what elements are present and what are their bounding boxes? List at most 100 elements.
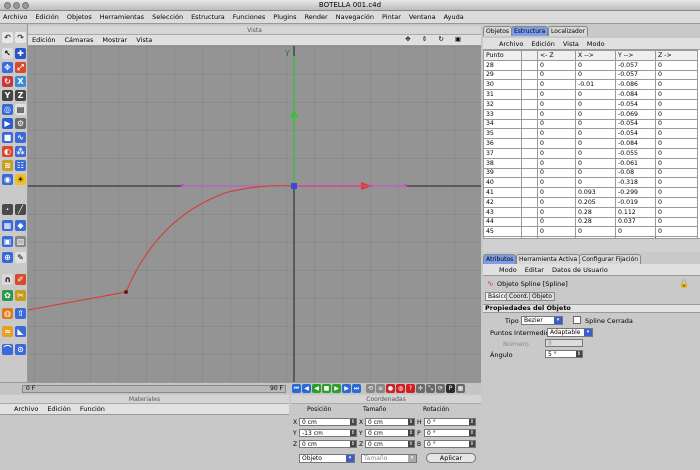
table-row[interactable]: 32 0 0 -0.054 0 [483,98,698,110]
table-cell[interactable]: -0.08 [615,167,656,179]
table-cell-spacer[interactable] [521,216,538,228]
table-cell-spacer[interactable] [521,79,538,91]
table-cell[interactable]: 28 [483,59,522,71]
tab-herramienta-activa[interactable]: Herramienta Activa [516,254,581,264]
polygons-mode-icon[interactable]: ▦ [2,220,13,231]
table-row[interactable]: 41 0 0.093 -0.299 0 [483,187,698,198]
table-cell[interactable]: -0.019 [615,196,656,208]
bridge-icon[interactable]: ⌒ [2,344,13,355]
table-cell[interactable]: -0.054 [615,128,656,140]
table-row[interactable]: 29 0 0 -0.057 0 [483,69,698,81]
points-mode-icon[interactable]: · [2,204,13,215]
deformer-icon[interactable]: ≋ [2,160,13,171]
menu-edicion[interactable]: Edición [35,13,59,21]
menu-pintar[interactable]: Pintar [382,13,401,21]
table-cell[interactable]: 0 [537,128,576,140]
stepper-icon[interactable]: ⇕ [408,430,414,436]
table-cell[interactable]: 0 [655,79,698,91]
table-cell[interactable]: 0 [537,216,576,228]
table-cell-spacer[interactable] [521,206,538,218]
model-mode-icon[interactable]: ◆ [15,220,26,231]
col-y[interactable]: Y --> [615,50,656,61]
array-icon[interactable]: ⁂ [15,146,26,157]
table-cell[interactable]: 0 [575,118,616,130]
stepper-icon[interactable]: ⇕ [350,430,356,436]
render-settings-icon[interactable]: ⚙ [15,118,26,129]
table-cell[interactable]: 0 [575,177,616,189]
redo-icon[interactable]: ↷ [15,32,26,43]
pla-track-icon[interactable]: ▦ [456,384,465,393]
table-row[interactable]: 45 0 0 0 0 [483,226,698,238]
table-cell[interactable]: 0.28 [575,206,616,218]
table-cell-spacer[interactable] [521,69,538,81]
rot-h-field[interactable]: 0 ° ⇕ [424,418,476,426]
menu-render[interactable]: Render [305,13,328,21]
x-axis-icon[interactable]: X [15,76,26,87]
table-cell[interactable]: 0 [655,59,698,71]
autokey-icon[interactable]: ◍ [396,384,405,393]
param-track-icon[interactable]: P [446,384,455,393]
table-cell[interactable]: 0 [575,69,616,81]
table-cell[interactable]: 0 [655,128,698,140]
table-row[interactable]: 31 0 0 -0.084 0 [483,89,698,100]
table-cell[interactable]: 0 [655,138,698,149]
table-cell[interactable]: 0 [575,128,616,140]
goto-end-icon[interactable]: ⏭ [352,384,361,393]
render-icon[interactable]: ▶ [2,118,13,129]
table-cell[interactable]: 0 [537,69,576,81]
object-mode-icon[interactable]: ▣ [2,236,13,247]
structure-menu-archivo[interactable]: Archivo [499,40,523,48]
viewport-menu-vista[interactable]: Vista [136,36,152,44]
brush-icon[interactable]: ✐ [15,274,26,285]
table-cell[interactable]: 0 [537,157,576,169]
materials-area[interactable] [0,415,289,470]
table-cell[interactable]: -0.084 [615,138,656,149]
table-cell[interactable]: -0.086 [615,79,656,91]
table-cell[interactable]: 0 [575,98,616,110]
move-icon[interactable]: ✥ [2,62,13,73]
table-cell[interactable]: 37 [483,147,522,159]
materials-menu-archivo[interactable]: Archivo [14,405,38,413]
close-icon[interactable] [4,2,11,9]
table-cell[interactable]: -0.057 [615,69,656,81]
rot-b-field[interactable]: 0 ° ⇕ [424,440,476,448]
table-cell[interactable]: -0.061 [615,157,656,169]
table-cell[interactable]: 0 [537,89,576,100]
attributes-menu-datos[interactable]: Datos de Usuario [552,266,608,274]
intermediate-select[interactable]: Adaptable ▾ [547,328,593,337]
table-cell[interactable]: 32 [483,98,522,110]
table-cell[interactable]: 0 [655,196,698,208]
next-key-icon[interactable]: ▶ [342,384,351,393]
viewport-menu-edicion[interactable]: Edición [32,36,56,44]
camera-icon[interactable]: ◉ [2,174,13,185]
sculpt-icon[interactable]: ✿ [2,290,13,301]
size-mode-select[interactable]: Tamaño ▾ [361,454,417,463]
subtab-objeto[interactable]: Objeto [529,292,555,301]
tipo-select[interactable]: Bezier ▾ [521,316,563,325]
table-cell[interactable]: 0 [655,177,698,189]
table-cell[interactable]: 38 [483,157,522,169]
table-row[interactable]: 39 0 0 -0.08 0 [483,167,698,179]
table-cell[interactable]: -0.054 [615,98,656,110]
table-row[interactable]: 36 0 0 -0.084 0 [483,138,698,149]
table-row[interactable]: 35 0 0 -0.054 0 [483,128,698,140]
table-cell[interactable]: -0.01 [575,79,616,91]
table-cell[interactable]: 0 [655,118,698,130]
table-cell[interactable]: -0.055 [615,147,656,159]
table-cell[interactable]: 0.205 [575,196,616,208]
table-cell[interactable]: 29 [483,69,522,81]
table-cell[interactable]: 34 [483,118,522,130]
menu-funciones[interactable]: Funciones [233,13,265,21]
hair-icon[interactable]: ≈ [2,326,13,337]
menu-ayuda[interactable]: Ayuda [444,13,464,21]
materials-menu-funcion[interactable]: Función [80,405,105,413]
table-cell[interactable]: 35 [483,128,522,140]
table-cell[interactable]: 0 [655,157,698,169]
scale-icon[interactable]: ⤢ [15,62,26,73]
table-cell[interactable]: 0 [537,226,576,238]
table-cell[interactable]: 0 [537,79,576,91]
table-cell[interactable]: -0.318 [615,177,656,189]
scale-track-icon[interactable]: ⤡ [426,384,435,393]
table-cell[interactable]: 0 [575,167,616,179]
table-cell[interactable]: 0 [615,226,656,238]
